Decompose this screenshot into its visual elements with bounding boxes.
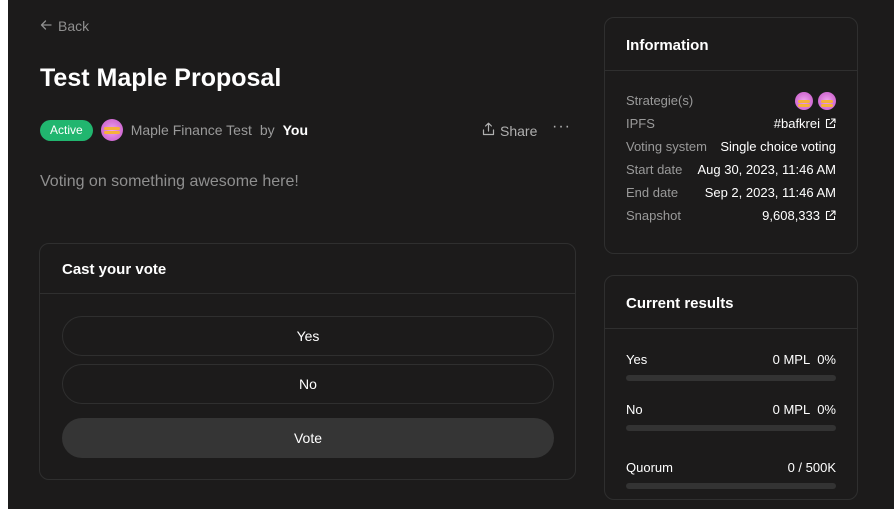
space-avatar[interactable] — [100, 119, 123, 141]
app-stage: Back Test Maple Proposal Active Maple Fi… — [8, 0, 894, 509]
by-label: by — [259, 122, 275, 138]
result-label: No — [626, 402, 643, 417]
result-percent: 0% — [817, 352, 836, 367]
info-value: Single choice voting — [720, 139, 836, 154]
information-heading: Information — [605, 18, 857, 71]
info-key: End date — [626, 185, 679, 200]
back-label: Back — [58, 18, 90, 34]
info-row-snapshot: Snapshot 9,608,333 — [626, 204, 836, 227]
strategy-avatar[interactable] — [818, 91, 836, 110]
quorum-label: Quorum — [626, 460, 673, 475]
result-amount: 0 MPL — [772, 402, 811, 417]
info-value: #bafkrei — [773, 116, 820, 131]
ipfs-link[interactable]: #bafkrei — [774, 116, 836, 131]
proposal-body: Voting on something awesome here! — [40, 173, 299, 190]
results-panel: Current results Yes 0 MPL 0% No 0 MPL 0% Q… — [604, 275, 858, 500]
choice-no-button[interactable]: No — [62, 364, 554, 404]
quorum-value: 0 / 500K — [787, 460, 836, 475]
info-value: 9,608,333 — [762, 208, 820, 223]
choice-yes-button[interactable]: Yes — [62, 316, 554, 356]
info-key: Voting system — [626, 139, 707, 154]
external-link-icon — [825, 118, 836, 129]
back-link[interactable]: Back — [40, 18, 89, 34]
information-panel: Information Strategie(s) IPFS #bafkrei V… — [604, 17, 858, 254]
info-key: Snapshot — [626, 208, 681, 223]
more-dots-icon[interactable]: ··· — [552, 118, 571, 136]
proposal-meta: Active Maple Finance Test by You — [40, 119, 308, 141]
info-value: Aug 30, 2023, 11:46 AM — [697, 162, 836, 177]
result-amount: 0 MPL — [772, 352, 811, 367]
share-button[interactable]: Share — [482, 122, 537, 139]
result-quorum: Quorum 0 / 500K — [605, 431, 857, 489]
result-percent: 0% — [817, 402, 836, 417]
strategy-avatars[interactable] — [795, 91, 836, 110]
info-row-start-date: Start date Aug 30, 2023, 11:46 AM — [626, 158, 836, 181]
info-key: Start date — [626, 162, 683, 177]
info-value: Sep 2, 2023, 11:46 AM — [704, 185, 836, 200]
status-badge: Active — [40, 119, 93, 141]
space-name[interactable]: Maple Finance Test — [131, 122, 252, 138]
result-label: Yes — [626, 352, 648, 367]
arrow-left-icon — [40, 18, 52, 34]
result-yes: Yes 0 MPL 0% — [605, 329, 857, 381]
strategy-avatar[interactable] — [795, 91, 813, 110]
results-heading: Current results — [605, 276, 857, 329]
result-no: No 0 MPL 0% — [605, 381, 857, 431]
share-label: Share — [500, 122, 538, 139]
share-icon — [482, 122, 495, 139]
result-bar — [626, 375, 836, 381]
info-row-end-date: End date Sep 2, 2023, 11:46 AM — [626, 181, 836, 204]
quorum-bar — [626, 483, 836, 489]
info-key: IPFS — [626, 116, 655, 131]
author-name[interactable]: You — [283, 122, 308, 138]
external-link-icon — [825, 210, 836, 221]
info-row-ipfs: IPFS #bafkrei — [626, 112, 836, 135]
result-bar — [626, 425, 836, 431]
cast-vote-card: Cast your vote Yes No Vote — [39, 243, 576, 480]
proposal-title: Test Maple Proposal — [40, 64, 282, 92]
snapshot-link[interactable]: 9,608,333 — [762, 208, 836, 223]
info-row-strategies: Strategie(s) — [626, 89, 836, 112]
cast-vote-heading: Cast your vote — [40, 244, 575, 294]
info-key: Strategie(s) — [626, 93, 694, 108]
vote-button[interactable]: Vote — [62, 418, 554, 458]
info-row-voting-system: Voting system Single choice voting — [626, 135, 836, 158]
